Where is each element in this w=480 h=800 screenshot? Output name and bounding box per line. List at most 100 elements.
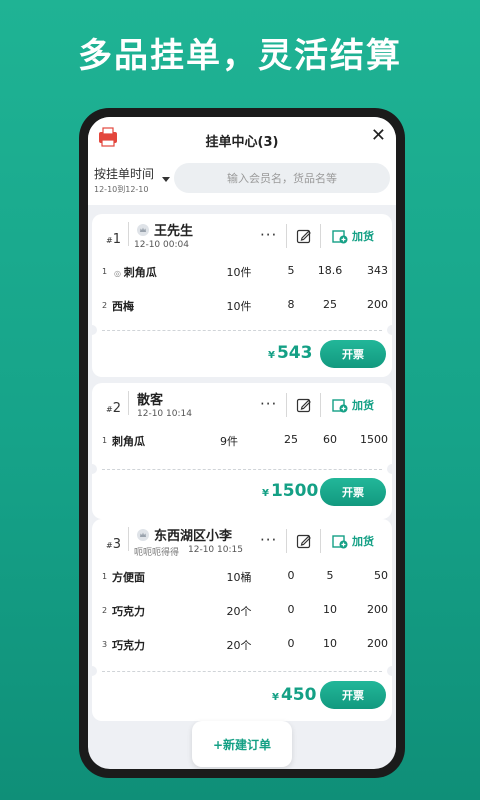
item-quantity: 10件 [226, 266, 252, 279]
order-number: #1 [106, 232, 121, 247]
divider [286, 393, 287, 417]
item-value-2: 10 [323, 637, 337, 650]
member-crown-icon [137, 224, 149, 236]
order-number: #2 [106, 401, 121, 416]
dashed-divider [102, 469, 382, 470]
card-notch [387, 464, 396, 474]
item-value-3: 200 [367, 603, 388, 616]
card-notch [88, 666, 97, 676]
order-card-3[interactable]: #3 东西湖区小李 呃呃呃得得 12-10 10:15 ··· 加货 1 方便面… [88, 519, 396, 721]
edit-icon[interactable] [296, 228, 312, 244]
filter-range: 12-10到12-10 [94, 185, 149, 194]
filter-label: 按挂单时间 [94, 167, 155, 181]
add-goods-button[interactable]: 加货 [332, 533, 374, 549]
product-name: 刺角瓜 [112, 435, 145, 448]
page-title: 挂单中心(3) [205, 135, 279, 150]
order-time: 12-10 10:14 [137, 409, 192, 419]
close-icon[interactable]: ✕ [371, 125, 386, 146]
item-value-1: 25 [284, 433, 298, 446]
divider [320, 529, 321, 553]
dashed-divider [102, 671, 382, 672]
table-row[interactable]: 3 巧克力 20个 0 10 200 [92, 637, 392, 655]
divider [128, 222, 129, 246]
item-value-2: 25 [323, 298, 337, 311]
divider [128, 391, 129, 415]
card-notch [387, 325, 396, 335]
item-value-1: 5 [287, 264, 295, 277]
add-goods-label: 加货 [352, 535, 374, 548]
more-dots-icon[interactable]: ··· [260, 531, 277, 549]
item-value-3: 200 [367, 298, 388, 311]
more-dots-icon[interactable]: ··· [260, 395, 277, 413]
order-time: 12-10 10:15 [188, 545, 243, 555]
row-index: 1 [102, 436, 108, 445]
row-index: 1 [102, 267, 108, 276]
row-index: 1 [102, 572, 108, 581]
table-row[interactable]: 1 方便面 10桶 0 5 50 [92, 569, 392, 587]
item-value-1: 8 [287, 298, 295, 311]
add-goods-icon [332, 399, 348, 413]
order-card-1[interactable]: #1 王先生 12-10 00:04 ··· 加货 1 ◎ 刺角瓜 10件 5 [88, 214, 396, 377]
order-number: #3 [106, 537, 121, 552]
divider [128, 527, 129, 551]
time-filter-dropdown[interactable]: 按挂单时间 12-10到12-10 [94, 165, 170, 195]
item-value-3: 343 [367, 264, 388, 277]
table-row[interactable]: 1 刺角瓜 9件 25 60 1500 [92, 433, 392, 451]
order-card-2[interactable]: #2 散客 12-10 10:14 ··· 加货 1 刺角瓜 9件 25 60 … [88, 383, 396, 519]
dashed-divider [102, 330, 382, 331]
invoice-button[interactable]: 开票 [320, 478, 386, 506]
table-row[interactable]: 1 ◎ 刺角瓜 10件 5 18.6 343 [92, 264, 392, 282]
phone-frame: 挂单中心(3) ✕ 按挂单时间 12-10到12-10 #1 王先生 12-10… [79, 108, 405, 778]
divider [286, 224, 287, 248]
edit-icon[interactable] [296, 533, 312, 549]
item-value-2: 10 [323, 603, 337, 616]
item-value-2: 5 [326, 569, 334, 582]
row-index: 3 [102, 640, 108, 649]
item-value-3: 50 [374, 569, 388, 582]
card-notch [88, 325, 97, 335]
item-value-3: 1500 [360, 433, 388, 446]
item-quantity: 20个 [226, 605, 252, 618]
new-order-button[interactable]: +新建订单 [192, 721, 292, 767]
member-crown-icon [137, 529, 149, 541]
divider [320, 393, 321, 417]
edit-icon[interactable] [296, 397, 312, 413]
item-value-1: 0 [287, 569, 295, 582]
promo-headline: 多品挂单，灵活结算 [78, 36, 402, 76]
top-bar: 挂单中心(3) ✕ 按挂单时间 12-10到12-10 [88, 117, 396, 205]
add-goods-icon [332, 535, 348, 549]
product-name: 方便面 [112, 571, 145, 584]
item-value-1: 0 [287, 603, 295, 616]
item-value-2: 60 [323, 433, 337, 446]
add-goods-label: 加货 [352, 399, 374, 412]
item-quantity: 20个 [226, 639, 252, 652]
item-quantity: 9件 [220, 435, 238, 448]
order-total: ¥450 [272, 685, 317, 705]
add-goods-label: 加货 [352, 230, 374, 243]
item-value-1: 0 [287, 637, 295, 650]
add-goods-button[interactable]: 加货 [332, 397, 374, 413]
order-time: 12-10 00:04 [134, 240, 189, 250]
customer-name: 王先生 [154, 224, 194, 239]
product-name: 西梅 [112, 300, 134, 313]
chevron-down-icon [162, 177, 170, 182]
product-name: ◎ 刺角瓜 [114, 266, 157, 279]
card-notch [88, 464, 97, 474]
divider [286, 529, 287, 553]
more-dots-icon[interactable]: ··· [260, 226, 277, 244]
invoice-button[interactable]: 开票 [320, 681, 386, 709]
product-name: 巧克力 [112, 605, 145, 618]
row-index: 2 [102, 301, 108, 310]
app-screen: 挂单中心(3) ✕ 按挂单时间 12-10到12-10 #1 王先生 12-10… [88, 117, 396, 769]
add-goods-button[interactable]: 加货 [332, 228, 374, 244]
invoice-button[interactable]: 开票 [320, 340, 386, 368]
product-name: 巧克力 [112, 639, 145, 652]
customer-note: 呃呃呃得得 [134, 548, 180, 558]
add-goods-icon [332, 230, 348, 244]
customer-name: 散客 [137, 393, 164, 408]
search-input[interactable] [174, 163, 390, 193]
table-row[interactable]: 2 巧克力 20个 0 10 200 [92, 603, 392, 621]
order-total: ¥1500 [262, 481, 319, 501]
table-row[interactable]: 2 西梅 10件 8 25 200 [92, 298, 392, 316]
order-total: ¥543 [268, 343, 313, 363]
